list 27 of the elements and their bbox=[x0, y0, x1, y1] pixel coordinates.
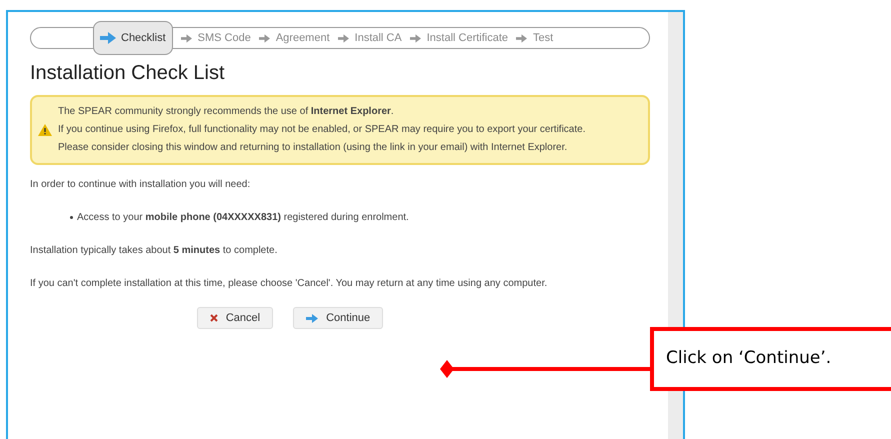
callout-text: Click on ‘Continue’. bbox=[666, 347, 832, 370]
arrow-icon bbox=[306, 314, 318, 322]
close-icon bbox=[210, 314, 218, 322]
warning-text: The SPEAR community strongly recommends the use of Internet Explorer. bbox=[58, 105, 395, 119]
step-tab[interactable]: Test bbox=[516, 30, 554, 46]
intro-text: In order to continue with installation you will need: bbox=[30, 178, 252, 192]
page-title: Installation Check List bbox=[30, 61, 226, 85]
step-tab[interactable]: SMS Code bbox=[180, 30, 251, 46]
step-tab[interactable]: Agreement bbox=[258, 30, 330, 46]
step-tab[interactable]: Install Certificate bbox=[410, 30, 508, 46]
warning-text: If you continue using Firefox, full functionality may not be enabled, or SPEAR may require you to export your certificate. bbox=[58, 123, 586, 137]
arrow-icon bbox=[258, 34, 270, 42]
arrow-icon bbox=[338, 34, 349, 42]
continue-button[interactable]: Continue bbox=[293, 307, 384, 329]
info-text: Installation typically takes about 5 minutes to complete. bbox=[30, 244, 278, 258]
warning-icon bbox=[38, 124, 52, 136]
arrow-icon bbox=[516, 34, 528, 42]
step-tab[interactable]: Checklist bbox=[93, 21, 173, 55]
cancel-button[interactable]: Cancel bbox=[196, 307, 274, 329]
step-tab[interactable]: Install CA bbox=[338, 30, 402, 46]
warning-text: Please consider closing this window and returning to installation (using the link in your email) with Internet Explorer. bbox=[58, 141, 568, 155]
arrow-icon bbox=[100, 32, 116, 44]
arrow-icon bbox=[410, 34, 421, 42]
requirement-text: Access to your mobile phone (04XXXXX831) registered during enrolment. bbox=[77, 211, 409, 225]
arrow-icon bbox=[180, 34, 192, 42]
info-text: If you can't complete installation at this time, please choose 'Cancel'. You may return at any time using any computer. bbox=[30, 277, 548, 291]
bullet-icon bbox=[70, 216, 73, 219]
